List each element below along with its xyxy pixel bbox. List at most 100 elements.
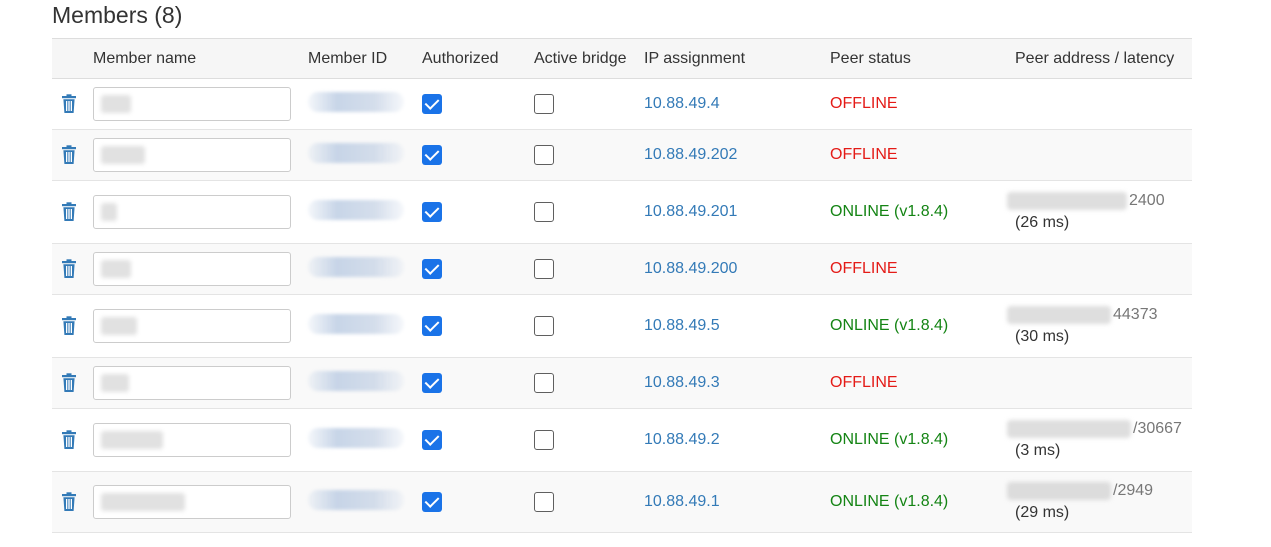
table-row: 10.88.49.2 ONLINE (v1.8.4) /30667 (3 ms): [52, 408, 1192, 472]
authorized-cell: [422, 294, 534, 358]
active-bridge-checkbox[interactable]: [534, 430, 554, 450]
authorized-checkbox[interactable]: [422, 373, 442, 393]
peer-cell: [1015, 78, 1192, 130]
authorized-cell: [422, 129, 534, 181]
peer-address-tail: /2949: [1113, 482, 1154, 499]
authorized-checkbox[interactable]: [422, 492, 442, 512]
col-header-peer-status[interactable]: Peer status: [830, 38, 1015, 79]
authorized-checkbox[interactable]: [422, 145, 442, 165]
authorized-checkbox[interactable]: [422, 259, 442, 279]
status-cell: ONLINE (v1.8.4): [830, 408, 1015, 472]
ip-cell: 10.88.49.201: [644, 180, 830, 244]
trash-icon[interactable]: [61, 430, 77, 450]
col-header-delete: [52, 38, 93, 79]
peer-status: OFFLINE: [830, 95, 898, 112]
ip-cell: 10.88.49.200: [644, 243, 830, 295]
ip-assignment-link[interactable]: 10.88.49.5: [644, 317, 720, 334]
col-header-member-id[interactable]: Member ID: [308, 38, 422, 79]
member-name-wrap: [93, 423, 291, 457]
redacted-member-id: [308, 199, 404, 220]
col-header-ip-assignment[interactable]: IP assignment: [644, 38, 830, 79]
peer-cell: [1015, 243, 1192, 295]
col-header-active-bridge[interactable]: Active bridge: [534, 38, 644, 79]
active-bridge-checkbox[interactable]: [534, 373, 554, 393]
member-name-input[interactable]: [93, 195, 291, 229]
ip-cell: 10.88.49.3: [644, 357, 830, 409]
redacted-member-id: [308, 370, 404, 391]
col-header-member-name[interactable]: Member name: [93, 38, 308, 79]
authorized-cell: [422, 471, 534, 533]
active-bridge-checkbox[interactable]: [534, 145, 554, 165]
redacted-peer-address: [1007, 482, 1111, 500]
trash-icon[interactable]: [61, 259, 77, 279]
member-name-wrap: [93, 195, 291, 229]
bridge-cell: [534, 471, 644, 533]
member-id-cell: [308, 408, 422, 472]
ip-assignment-link[interactable]: 10.88.49.2: [644, 431, 720, 448]
active-bridge-checkbox[interactable]: [534, 94, 554, 114]
redacted-name: [101, 203, 117, 221]
trash-icon[interactable]: [61, 492, 77, 512]
ip-assignment-link[interactable]: 10.88.49.202: [644, 146, 737, 163]
status-cell: ONLINE (v1.8.4): [830, 471, 1015, 533]
col-header-peer-address-latency[interactable]: Peer address / latency: [1015, 38, 1192, 79]
member-name-wrap: [93, 309, 291, 343]
active-bridge-checkbox[interactable]: [534, 492, 554, 512]
redacted-member-id: [308, 142, 404, 163]
ip-assignment-link[interactable]: 10.88.49.200: [644, 260, 737, 277]
trash-icon[interactable]: [61, 94, 77, 114]
member-id-cell: [308, 243, 422, 295]
col-header-authorized[interactable]: Authorized: [422, 38, 534, 79]
redacted-name: [101, 431, 163, 449]
authorized-checkbox[interactable]: [422, 430, 442, 450]
peer-status: ONLINE (v1.8.4): [830, 493, 949, 510]
redacted-member-id: [308, 91, 404, 112]
bridge-cell: [534, 408, 644, 472]
authorized-checkbox[interactable]: [422, 202, 442, 222]
redacted-member-id: [308, 489, 404, 510]
active-bridge-checkbox[interactable]: [534, 202, 554, 222]
table-row: 10.88.49.1 ONLINE (v1.8.4) /2949 (29 ms): [52, 471, 1192, 533]
status-cell: OFFLINE: [830, 129, 1015, 181]
bridge-cell: [534, 129, 644, 181]
member-name-wrap: [93, 252, 291, 286]
peer-latency: (3 ms): [1015, 442, 1061, 459]
redacted-peer-address: [1007, 420, 1131, 438]
ip-assignment-link[interactable]: 10.88.49.3: [644, 374, 720, 391]
redacted-name: [101, 95, 131, 113]
peer-cell: 44373 (30 ms): [1007, 294, 1192, 358]
peer-latency: (26 ms): [1015, 214, 1070, 231]
trash-icon[interactable]: [61, 145, 77, 165]
active-bridge-checkbox[interactable]: [534, 259, 554, 279]
trash-icon[interactable]: [61, 373, 77, 393]
bridge-cell: [534, 357, 644, 409]
table-row: 10.88.49.3 OFFLINE: [52, 357, 1192, 409]
delete-cell: [52, 471, 93, 533]
delete-cell: [52, 180, 93, 244]
peer-address-tail: 2400: [1129, 192, 1165, 209]
status-cell: ONLINE (v1.8.4): [830, 294, 1015, 358]
authorized-checkbox[interactable]: [422, 94, 442, 114]
bridge-cell: [534, 180, 644, 244]
bridge-cell: [534, 294, 644, 358]
authorized-cell: [422, 243, 534, 295]
peer-cell: [1015, 357, 1192, 409]
member-name-cell: [93, 180, 308, 244]
bridge-cell: [534, 78, 644, 130]
peer-cell: [1015, 129, 1192, 181]
trash-icon[interactable]: [61, 202, 77, 222]
member-id-cell: [308, 357, 422, 409]
ip-assignment-link[interactable]: 10.88.49.1: [644, 493, 720, 510]
ip-assignment-link[interactable]: 10.88.49.4: [644, 95, 720, 112]
active-bridge-checkbox[interactable]: [534, 316, 554, 336]
status-cell: OFFLINE: [830, 243, 1015, 295]
members-table: Member name Member ID Authorized Active …: [52, 38, 1192, 533]
member-name-wrap: [93, 366, 291, 400]
delete-cell: [52, 243, 93, 295]
ip-assignment-link[interactable]: 10.88.49.201: [644, 203, 737, 220]
trash-icon[interactable]: [61, 316, 77, 336]
authorized-checkbox[interactable]: [422, 316, 442, 336]
peer-status: ONLINE (v1.8.4): [830, 317, 949, 334]
ip-cell: 10.88.49.2: [644, 408, 830, 472]
peer-cell: 2400 (26 ms): [1007, 180, 1192, 244]
